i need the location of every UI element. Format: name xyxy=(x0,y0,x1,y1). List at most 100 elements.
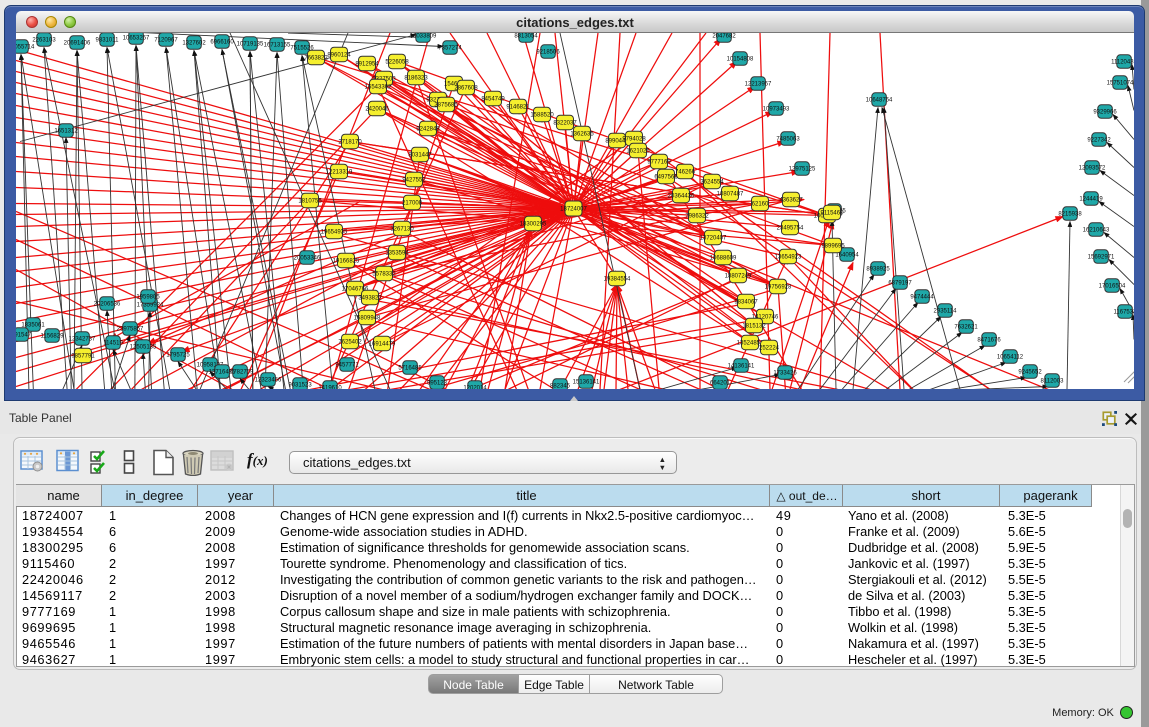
svg-text:9227342: 9227342 xyxy=(1087,137,1111,143)
svg-text:20053346: 20053346 xyxy=(294,255,321,261)
svg-text:1810755: 1810755 xyxy=(298,198,322,204)
svg-text:10973493: 10973493 xyxy=(763,106,790,112)
svg-text:3624554: 3624554 xyxy=(700,179,724,185)
svg-text:12323466: 12323466 xyxy=(255,377,282,383)
svg-text:19384554: 19384554 xyxy=(604,276,631,282)
svg-text:2420046: 2420046 xyxy=(365,106,389,112)
svg-text:2867608: 2867608 xyxy=(454,85,478,91)
svg-text:882345: 882345 xyxy=(550,383,571,389)
svg-text:1167533: 1167533 xyxy=(1114,309,1134,315)
svg-text:1815132: 1815132 xyxy=(742,323,766,329)
svg-text:10688609: 10688609 xyxy=(710,255,737,261)
svg-text:114519: 114519 xyxy=(103,340,123,346)
svg-text:62160: 62160 xyxy=(752,201,769,207)
svg-text:20691406: 20691406 xyxy=(64,40,91,46)
svg-text:13720407: 13720407 xyxy=(700,235,727,241)
svg-text:1651312: 1651312 xyxy=(54,128,78,134)
svg-text:17016504: 17016504 xyxy=(1099,283,1126,289)
svg-text:19756928: 19756928 xyxy=(765,284,792,290)
svg-text:252224: 252224 xyxy=(759,345,780,351)
svg-text:8938925: 8938925 xyxy=(866,266,890,272)
svg-text:2047682: 2047682 xyxy=(712,33,736,39)
svg-text:1156829: 1156829 xyxy=(41,333,65,339)
svg-text:10648764: 10648764 xyxy=(866,97,893,103)
svg-text:10154808: 10154808 xyxy=(727,56,754,62)
svg-text:9457771: 9457771 xyxy=(335,362,359,368)
svg-text:1353594: 1353594 xyxy=(385,250,409,256)
svg-text:8112003: 8112003 xyxy=(1041,378,1065,384)
svg-text:9031523: 9031523 xyxy=(288,382,312,388)
svg-text:391547: 391547 xyxy=(16,332,32,338)
svg-text:8322037: 8322037 xyxy=(553,120,577,126)
svg-text:8912954: 8912954 xyxy=(355,61,379,67)
svg-text:995123: 995123 xyxy=(427,380,448,386)
svg-text:9834067: 9834067 xyxy=(734,299,758,305)
svg-text:18807249: 18807249 xyxy=(725,273,752,279)
svg-text:9245652: 9245652 xyxy=(1018,369,1042,375)
svg-text:6497566: 6497566 xyxy=(654,174,678,180)
svg-text:9794028: 9794028 xyxy=(622,136,646,142)
svg-text:1362635: 1362635 xyxy=(570,131,594,137)
svg-text:12975125: 12975125 xyxy=(789,166,816,172)
svg-text:3267130: 3267130 xyxy=(390,226,414,232)
svg-text:16033809: 16033809 xyxy=(410,33,437,39)
svg-text:5716485: 5716485 xyxy=(398,365,422,371)
svg-text:19654935: 19654935 xyxy=(321,229,348,235)
svg-text:14136141: 14136141 xyxy=(728,363,755,369)
svg-text:2718170: 2718170 xyxy=(338,139,362,145)
svg-text:9899695: 9899695 xyxy=(821,243,845,249)
svg-text:9242848: 9242848 xyxy=(416,126,440,132)
svg-text:2263103: 2263103 xyxy=(32,37,56,43)
svg-text:1244419: 1244419 xyxy=(1079,196,1103,202)
svg-text:7632621: 7632621 xyxy=(954,324,978,330)
svg-text:5578332: 5578332 xyxy=(372,271,396,277)
svg-text:16713155: 16713155 xyxy=(264,42,291,48)
svg-text:746266: 746266 xyxy=(675,169,696,175)
svg-text:16914479: 16914479 xyxy=(369,341,396,347)
svg-text:1419610: 1419610 xyxy=(318,385,342,389)
svg-text:9777169: 9777169 xyxy=(647,159,671,165)
svg-text:12093572: 12093572 xyxy=(1079,165,1106,171)
svg-text:19166825: 19166825 xyxy=(333,258,360,264)
svg-text:12213319: 12213319 xyxy=(326,169,353,175)
svg-text:15136141: 15136141 xyxy=(573,379,600,385)
svg-text:18724007: 18724007 xyxy=(560,206,587,212)
svg-text:664201: 664201 xyxy=(710,380,731,386)
svg-text:9474444: 9474444 xyxy=(910,294,934,300)
svg-text:12213967: 12213967 xyxy=(745,81,772,87)
svg-text:1640954: 1640954 xyxy=(835,252,859,258)
svg-text:2935114: 2935114 xyxy=(934,308,958,314)
svg-text:7485063: 7485063 xyxy=(776,136,800,142)
svg-text:20364436: 20364436 xyxy=(668,193,695,199)
svg-text:18300295: 18300295 xyxy=(520,221,547,227)
svg-text:8813054: 8813054 xyxy=(514,33,538,39)
svg-text:6879197: 6879197 xyxy=(888,280,912,286)
svg-text:20206536: 20206536 xyxy=(94,301,121,307)
svg-text:7663822: 7663822 xyxy=(304,55,328,61)
svg-text:1733426: 1733426 xyxy=(773,370,797,376)
svg-text:9427552: 9427552 xyxy=(402,177,426,183)
svg-text:9831011: 9831011 xyxy=(96,37,120,43)
svg-text:5226058: 5226058 xyxy=(385,59,409,65)
svg-text:217008: 217008 xyxy=(402,200,423,206)
svg-text:9218506: 9218506 xyxy=(536,49,560,55)
svg-text:8031447: 8031447 xyxy=(408,152,432,158)
svg-text:7986322: 7986322 xyxy=(685,213,709,219)
svg-text:9329966: 9329966 xyxy=(1093,109,1117,115)
svg-text:10653267: 10653267 xyxy=(123,35,150,41)
svg-text:11120431: 11120431 xyxy=(1111,59,1134,65)
svg-text:8215938: 8215938 xyxy=(1058,211,1082,217)
svg-text:7357274: 7357274 xyxy=(438,45,462,51)
svg-text:1959805: 1959805 xyxy=(136,294,160,300)
svg-text:3875685: 3875685 xyxy=(434,102,458,108)
svg-text:23495754: 23495754 xyxy=(777,225,804,231)
svg-text:10654112: 10654112 xyxy=(997,354,1024,360)
svg-text:13716485: 13716485 xyxy=(209,369,236,375)
svg-text:1327602: 1327602 xyxy=(182,40,206,46)
svg-text:1621025: 1621025 xyxy=(626,148,650,154)
svg-text:15809948: 15809948 xyxy=(354,315,381,321)
svg-text:9115460: 9115460 xyxy=(821,210,845,216)
svg-text:10807487: 10807487 xyxy=(717,191,744,197)
svg-text:3493822: 3493822 xyxy=(358,295,382,301)
svg-text:7625402: 7625402 xyxy=(338,339,362,345)
